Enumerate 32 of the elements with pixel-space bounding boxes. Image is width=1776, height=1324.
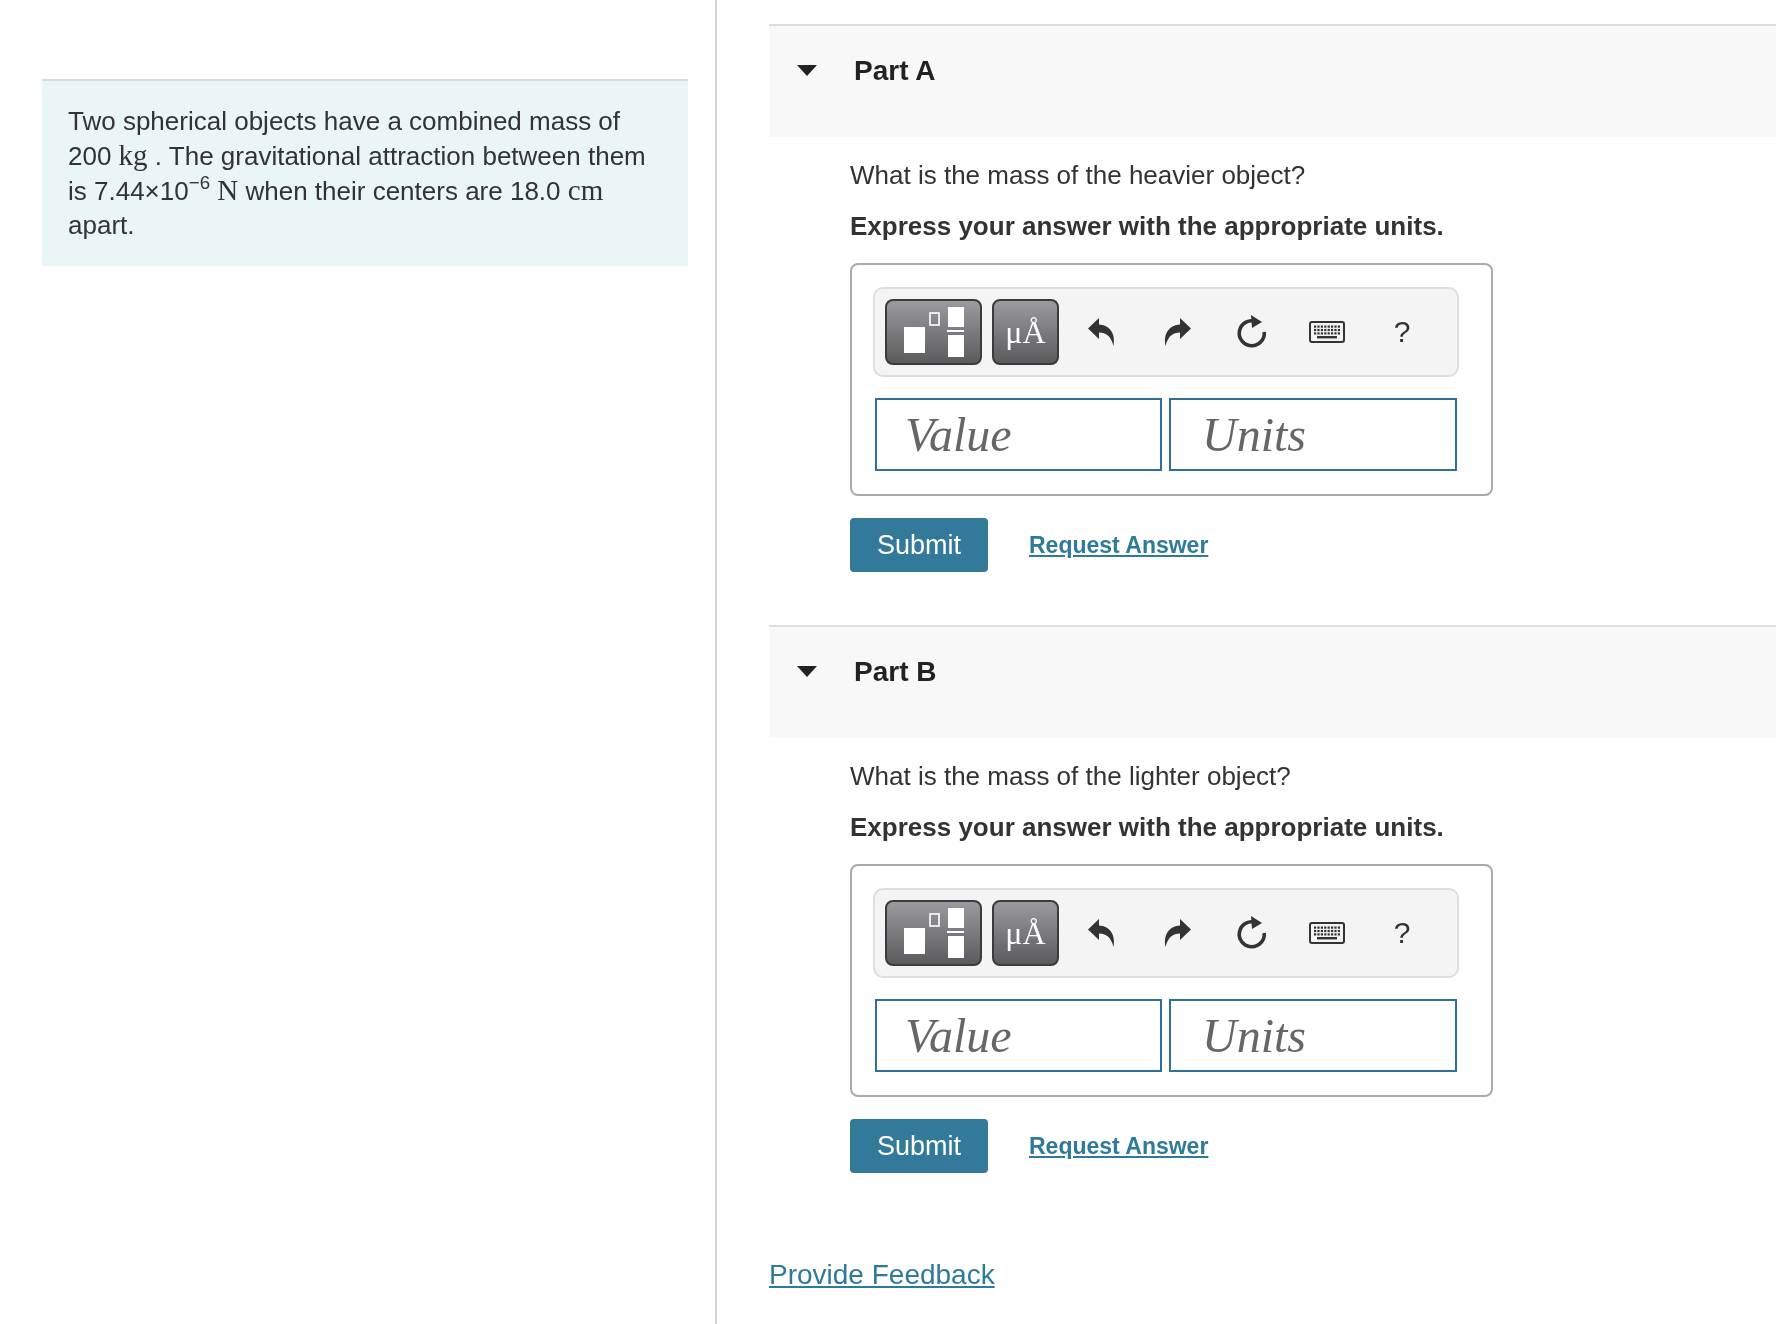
units-button[interactable]: μÅ [992,900,1059,966]
keyboard-icon [1309,922,1345,944]
value-field[interactable]: Value [875,999,1162,1072]
template-button[interactable] [885,299,982,365]
redo-icon [1163,918,1191,948]
value-field[interactable]: Value [875,398,1162,471]
units-field[interactable]: Units [1169,999,1457,1072]
fraction-template-icon [903,908,964,958]
instruction-text: Express your answer with the appropriate units. [850,211,1445,241]
undo-icon [1088,317,1116,347]
part-header[interactable]: Part A [769,24,1776,137]
template-button[interactable] [885,900,982,966]
request-answer-link[interactable]: Request Answer [1029,1132,1209,1160]
help-button[interactable]: ? [1380,911,1424,955]
redo-icon [1163,317,1191,347]
feedback-link[interactable]: Provide Feedback [769,1259,995,1291]
request-answer-link[interactable]: Request Answer [1029,531,1209,559]
units-button[interactable]: μÅ [992,299,1059,365]
question-text: What is the mass of the lighter object? [850,761,1292,791]
keyboard-icon [1309,321,1345,343]
submit-button[interactable]: Submit [850,1119,988,1173]
help-button[interactable]: ? [1380,310,1424,354]
reset-icon [1236,916,1268,950]
undo-icon [1088,918,1116,948]
reset-icon [1236,315,1268,349]
submit-button[interactable]: Submit [850,518,988,572]
question-text: What is the mass of the heavier object? [850,160,1307,190]
fraction-template-icon [903,307,964,357]
units-field[interactable]: Units [1169,398,1457,471]
problem-text: Two spherical objects have a combined mass of 200 kg . The gravitational attraction between them is 7.44×10$^{−6}$ N when their centers are 18.0 cm apart. [68,105,647,242]
part-header[interactable]: Part B [769,625,1776,738]
instruction-text: Express your answer with the appropriate units. [850,812,1445,842]
